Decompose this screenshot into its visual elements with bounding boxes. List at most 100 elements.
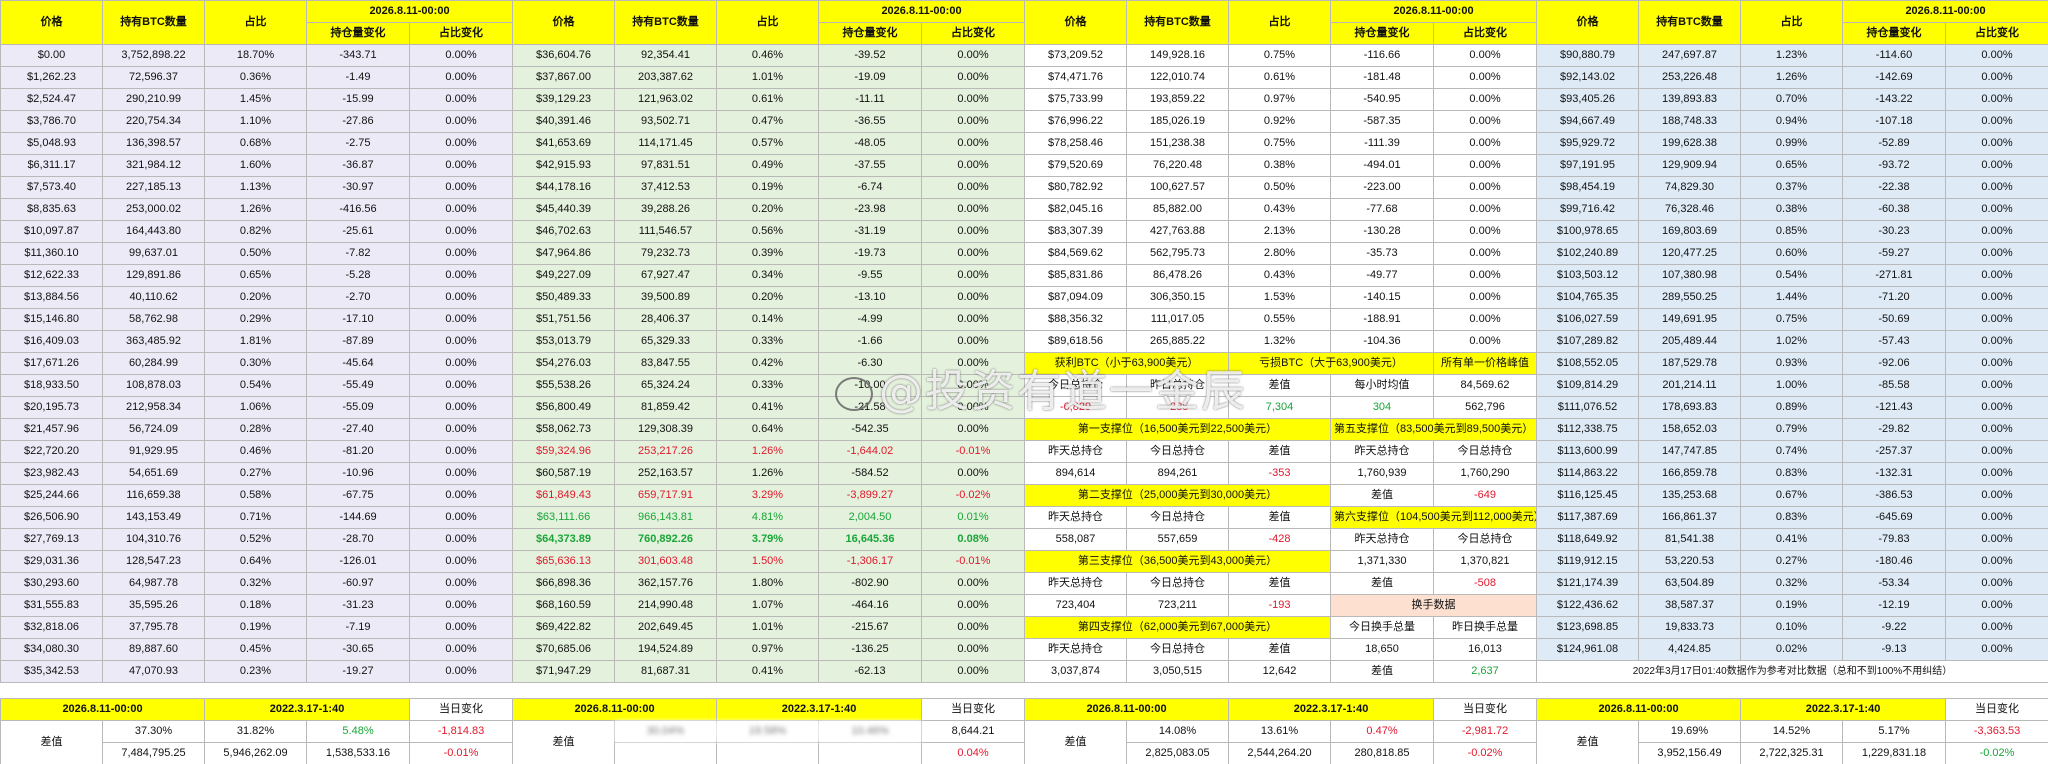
price-cell: $41,653.69 (512, 132, 615, 155)
pct-cell: 0.94% (1740, 110, 1843, 133)
chg-cell: -59.27 (1842, 242, 1946, 265)
table-row: $104,765.35 289,550.25 1.44% -71.20 0.00% (1536, 286, 2048, 309)
price-cell: $114,863.22 (1536, 462, 1639, 485)
footer-block-4: 2026.8.11-00:00 2022.3.17-1:40 当日变化 差值 1… (1536, 698, 2048, 764)
btc-cell: 121,963.02 (614, 88, 717, 111)
pctchg-cell: 0.00% (1432, 286, 1536, 309)
pctchg-cell: 0.00% (920, 66, 1024, 89)
btc-cell: 64,987.78 (102, 572, 205, 595)
pctchg-cell: 0.00% (1432, 264, 1536, 287)
btc-cell: 114,171.45 (614, 132, 717, 155)
date-header: 2026.8.11-00:00 (1329, 0, 1536, 23)
btc-header: 持有BTC数量 (102, 0, 205, 45)
pctchg-cell: 0.00% (1944, 44, 2048, 67)
btc-cell: 188,748.33 (1638, 110, 1741, 133)
pct-cell: 0.70% (1740, 88, 1843, 111)
pctchg-cell: 0.00% (920, 660, 1024, 683)
chg-cell: -39.52 (818, 44, 922, 67)
support-5-yesterday: 1,760,939 (1330, 462, 1434, 485)
price-cell: $46,702.63 (512, 220, 615, 243)
chg-cell: -55.49 (306, 374, 410, 397)
price-cell: $97,191.95 (1536, 154, 1639, 177)
pct-cell: 0.46% (716, 44, 819, 67)
pctchg-cell: 0.00% (920, 242, 1024, 265)
pctchg-cell: 0.08% (920, 528, 1024, 551)
price-cell: $25,244.66 (0, 484, 103, 507)
pct-cell: 3.29% (716, 484, 819, 507)
price-cell: $22,720.20 (0, 440, 103, 463)
pctchg-cell: 0.00% (1944, 506, 2048, 529)
support-4-title-row: 第四支撑位（62,000美元到67,000美元） 今日换手总量 昨日换手总量 (1024, 616, 1536, 639)
pctchg-cell: 0.00% (920, 352, 1024, 375)
today-total-label: 今日总持仓 (1126, 638, 1229, 661)
diff-label: 差值 (1228, 572, 1331, 595)
holdings-table-3: 价格 持有BTC数量 占比 2026.8.11-00:00 持仓量变化 占比变化… (1024, 0, 1536, 683)
btc-cell: 104,310.76 (102, 528, 205, 551)
btc-cell: 253,217.26 (614, 440, 717, 463)
price-cell: $88,356.32 (1024, 308, 1127, 331)
chg-cell: -30.65 (306, 638, 410, 661)
pct-ref: 19.58% (716, 720, 820, 743)
btc-cell: 202,649.45 (614, 616, 717, 639)
pct-header: 占比 (1228, 0, 1331, 45)
sheet-block-3: 价格 持有BTC数量 占比 2026.8.11-00:00 持仓量变化 占比变化… (1024, 0, 1536, 764)
table-row: $83,307.39 427,763.88 2.13% -130.28 0.00% (1024, 220, 1536, 243)
pct-cell: 0.57% (716, 132, 819, 155)
table-row: $11,360.10 99,637.01 0.50% -7.82 0.00% (0, 242, 512, 265)
footer-date-now: 2026.8.11-00:00 (1536, 698, 1742, 721)
pctchg-cell: 0.00% (408, 132, 512, 155)
chg-cell: -36.87 (306, 154, 410, 177)
table-row: $13,884.56 40,110.62 0.20% -2.70 0.00% (0, 286, 512, 309)
pctchg-cell: 0.00% (1432, 110, 1536, 133)
chg-cell: -2.75 (306, 132, 410, 155)
price-cell: $42,915.93 (512, 154, 615, 177)
support-3-today: 723,211 (1126, 594, 1229, 617)
table-row: $31,555.83 35,595.26 0.18% -31.23 0.00% (0, 594, 512, 617)
price-cell: $21,457.96 (0, 418, 103, 441)
pct-ref: 13.61% (1228, 720, 1332, 743)
pct-cell: 0.52% (204, 528, 307, 551)
price-cell: $32,818.06 (0, 616, 103, 639)
chg-header: 持仓量变化 (818, 22, 922, 45)
table-row: $27,769.13 104,310.76 0.52% -28.70 0.00% (0, 528, 512, 551)
table-row: $46,702.63 111,546.57 0.56% -31.19 0.00% (512, 220, 1024, 243)
price-cell: $40,391.46 (512, 110, 615, 133)
btc-cell: 193,859.22 (1126, 88, 1229, 111)
pctchg-cell: 0.00% (1432, 176, 1536, 199)
price-cell: $53,013.79 (512, 330, 615, 353)
pct-cell: 1.60% (204, 154, 307, 177)
pct-cell: 0.19% (204, 616, 307, 639)
price-cell: $17,671.26 (0, 352, 103, 375)
price-cell: $89,618.56 (1024, 330, 1127, 353)
pctchg-cell: 0.00% (408, 110, 512, 133)
price-cell: $7,573.40 (0, 176, 103, 199)
diff-label: 差值 (1228, 440, 1331, 463)
btc-cell: 659,717.91 (614, 484, 717, 507)
pct-cell: 0.75% (1228, 44, 1331, 67)
pct-cell: 0.75% (1740, 308, 1843, 331)
pct-cell: 0.68% (204, 132, 307, 155)
table-row: $39,129.23 121,963.02 0.61% -11.11 0.00% (512, 88, 1024, 111)
table-row: $21,457.96 56,724.09 0.28% -27.40 0.00% (0, 418, 512, 441)
chg-cell: -6.74 (818, 176, 922, 199)
chg-cell: -107.18 (1842, 110, 1946, 133)
price-cell: $71,947.29 (512, 660, 615, 683)
pct-cell: 1.44% (1740, 286, 1843, 309)
price-cell: $83,307.39 (1024, 220, 1127, 243)
col1-body: $0.00 3,752,898.22 18.70% -343.71 0.00% $1,26… (0, 44, 512, 683)
table-row: $8,835.63 253,000.02 1.26% -416.56 0.00% (0, 198, 512, 221)
holdings-value-row: -6,829 -285 7,304 304 562,796 (1024, 396, 1536, 419)
pctchg-cell: 0.00% (408, 484, 512, 507)
btc-ref: 2,544,264.20 (1228, 742, 1332, 764)
chg-cell: -540.95 (1330, 88, 1434, 111)
btc-cell: 966,143.81 (614, 506, 717, 529)
btc-cell: 72,596.37 (102, 66, 205, 89)
chg-header: 持仓量变化 (1330, 22, 1434, 45)
chg-cell: -542.35 (818, 418, 922, 441)
price-cell: $76,996.22 (1024, 110, 1127, 133)
price-cell: $98,454.19 (1536, 176, 1639, 199)
pctchg-cell: 0.00% (1944, 176, 2048, 199)
price-cell: $70,685.06 (512, 638, 615, 661)
today-swap-label: 今日换手总量 (1330, 616, 1434, 639)
chg-cell: -23.98 (818, 198, 922, 221)
